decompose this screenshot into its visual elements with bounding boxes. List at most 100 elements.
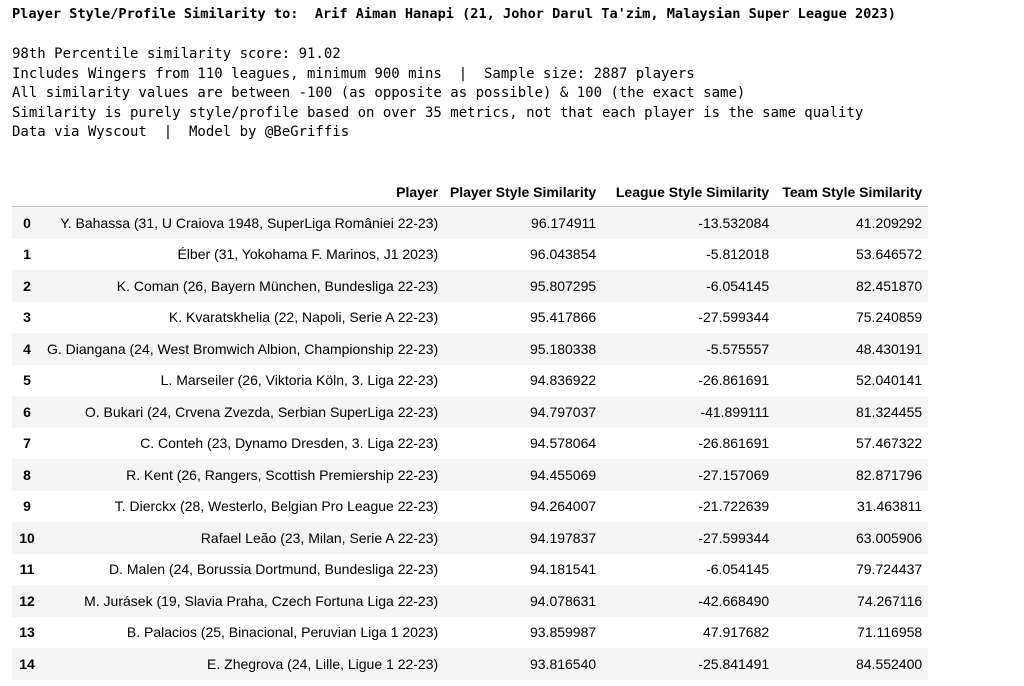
team-style-similarity: 53.646572: [855, 246, 923, 263]
table-row: 10 Rafael Leão (23, Milan, Serie A 22-23)…: [12, 522, 929, 554]
league-style-similarity: -27.157069: [698, 466, 770, 483]
row-index: 11: [19, 561, 35, 578]
row-index: 6: [23, 403, 31, 420]
team-style-similarity: 63.005906: [855, 529, 923, 546]
team-style-similarity: 81.324455: [855, 403, 923, 420]
player-style-similarity: 94.797037: [529, 403, 597, 420]
player-name: C. Conteh (23, Dynamo Dresden, 3. Liga 2…: [140, 435, 439, 452]
row-index: 8: [23, 466, 31, 483]
team-style-similarity: 79.724437: [855, 561, 923, 578]
player-style-similarity-header: Player Style Similarity: [444, 178, 603, 207]
team-style-similarity: 82.451870: [855, 277, 923, 294]
row-index: 12: [19, 592, 35, 609]
league-style-similarity: -41.899111: [700, 403, 770, 420]
table-row: 13 B. Palacios (25, Binacional, Peruvian …: [12, 616, 929, 648]
row-index: 2: [23, 277, 31, 294]
league-style-similarity: -27.599344: [698, 529, 770, 546]
league-style-similarity: -13.532084: [698, 214, 770, 231]
team-style-similarity: 82.871796: [855, 466, 923, 483]
team-style-similarity-header: Team Style Similarity: [775, 178, 929, 207]
player-style-similarity: 96.043854: [529, 246, 597, 263]
table-header-row: Player Player Style Similarity League St…: [12, 178, 929, 207]
table-row: 5 L. Marseiler (26, Viktoria Köln, 3. Lig…: [12, 364, 929, 396]
player-name: Y. Bahassa (31, U Craiova 1948, SuperLig…: [60, 214, 439, 231]
row-index: 3: [23, 309, 31, 326]
player-name: T. Dierckx (28, Westerlo, Belgian Pro Le…: [114, 498, 439, 515]
row-index: 1: [23, 246, 31, 263]
table-body: 0 Y. Bahassa (31, U Craiova 1948, SuperLi…: [12, 206, 929, 680]
table-row: 0 Y. Bahassa (31, U Craiova 1948, SuperLi…: [12, 206, 929, 239]
league-style-similarity: -6.054145: [706, 561, 770, 578]
player-header: Player: [42, 178, 445, 207]
player-name: O. Bukari (24, Crvena Zvezda, Serbian Su…: [84, 403, 439, 420]
row-index: 9: [23, 498, 31, 515]
league-style-similarity: -25.841491: [698, 655, 770, 672]
disclaimer-line: Similarity is purely style/profile based…: [12, 104, 864, 121]
table-row: 7 C. Conteh (23, Dynamo Dresden, 3. Liga …: [12, 427, 929, 459]
notebook-output: Player Style/Profile Similarity to: Arif…: [0, 0, 1024, 686]
percentile-line: 98th Percentile similarity score: 91.02: [12, 46, 341, 62]
player-name: K. Coman (26, Bayern München, Bundesliga…: [116, 277, 439, 294]
player-style-similarity: 96.174911: [531, 214, 597, 231]
player-name: B. Palacios (25, Binacional, Peruvian Li…: [126, 624, 439, 641]
table-row: 4 G. Diangana (24, West Bromwich Albion, …: [12, 333, 929, 365]
index-header: [12, 178, 42, 207]
team-style-similarity: 84.552400: [855, 655, 923, 672]
league-style-similarity: -26.861691: [698, 372, 770, 389]
team-style-similarity: 74.267116: [857, 592, 923, 609]
page-title: Player Style/Profile Similarity to: Arif…: [12, 6, 896, 22]
row-index: 7: [23, 435, 31, 452]
league-style-similarity: -5.575557: [706, 340, 770, 357]
player-name: D. Malen (24, Borussia Dortmund, Bundesl…: [109, 561, 439, 578]
player-style-similarity: 95.180338: [529, 340, 597, 357]
table-row: 1 Élber (31, Yokohama F. Marinos, J1 2023…: [12, 238, 929, 270]
table-row: 3 K. Kvaratskhelia (22, Napoli, Serie A 2…: [12, 301, 929, 333]
row-index: 0: [23, 214, 31, 231]
player-name: M. Jurásek (19, Slavia Praha, Czech Fort…: [84, 592, 439, 609]
table-row: 11 D. Malen (24, Borussia Dortmund, Bunde…: [12, 553, 929, 585]
table-row: 2 K. Coman (26, Bayern München, Bundeslig…: [12, 270, 929, 302]
table-row: 12 M. Jurásek (19, Slavia Praha, Czech Fo…: [12, 585, 929, 617]
league-style-similarity: -6.054145: [706, 277, 770, 294]
league-style-similarity-header: League Style Similarity: [602, 178, 776, 207]
table-row: 14 E. Zhegrova (24, Lille, Ligue 1 22-23)…: [12, 648, 929, 680]
table-row: 9 T. Dierckx (28, Westerlo, Belgian Pro L…: [12, 490, 929, 522]
league-style-similarity: -26.861691: [698, 435, 770, 452]
player-name: E. Zhegrova (24, Lille, Ligue 1 22-23): [207, 655, 439, 672]
player-style-similarity: 95.417866: [529, 309, 597, 326]
player-name: L. Marseiler (26, Viktoria Köln, 3. Liga…: [160, 372, 439, 389]
player-name: Rafael Leão (23, Milan, Serie A 22-23): [200, 529, 439, 546]
row-index: 4: [23, 340, 31, 357]
row-index: 5: [23, 372, 31, 389]
player-name: Élber (31, Yokohama F. Marinos, J1 2023): [177, 246, 439, 263]
player-style-similarity: 94.578064: [529, 435, 597, 452]
league-style-similarity: -42.668490: [698, 592, 770, 609]
league-style-similarity: -5.812018: [706, 246, 770, 263]
row-index: 14: [19, 655, 35, 672]
player-style-similarity: 94.264007: [529, 498, 597, 515]
table-row: 8 R. Kent (26, Rangers, Scottish Premiers…: [12, 459, 929, 491]
team-style-similarity: 57.467322: [855, 435, 923, 452]
player-style-similarity: 94.181541: [529, 561, 597, 578]
row-index: 13: [19, 624, 35, 641]
player-name: K. Kvaratskhelia (22, Napoli, Serie A 22…: [168, 309, 439, 326]
league-style-similarity: -21.722639: [698, 498, 770, 515]
team-style-similarity: 48.430191: [855, 340, 923, 357]
team-style-similarity: 75.240859: [855, 309, 923, 326]
player-style-similarity: 94.836922: [529, 372, 597, 389]
table-row: 6 O. Bukari (24, Crvena Zvezda, Serbian S…: [12, 396, 929, 428]
league-style-similarity: 47.917682: [702, 624, 770, 641]
team-style-similarity: 41.209292: [855, 214, 923, 231]
info-block: 98th Percentile similarity score: 91.02 …: [12, 45, 863, 143]
team-style-similarity: 31.463811: [857, 498, 923, 515]
team-style-similarity: 52.040141: [855, 372, 923, 389]
similarity-table: Player Player Style Similarity League St…: [12, 178, 929, 680]
league-style-similarity: -27.599344: [698, 309, 770, 326]
player-style-similarity: 94.078631: [529, 592, 597, 609]
player-name: R. Kent (26, Rangers, Scottish Premiersh…: [126, 466, 439, 483]
player-style-similarity: 94.455069: [529, 466, 597, 483]
player-name: G. Diangana (24, West Bromwich Albion, C…: [47, 340, 439, 357]
team-style-similarity: 71.116958: [857, 624, 923, 641]
player-style-similarity: 94.197837: [529, 529, 597, 546]
player-style-similarity: 93.859987: [529, 624, 597, 641]
